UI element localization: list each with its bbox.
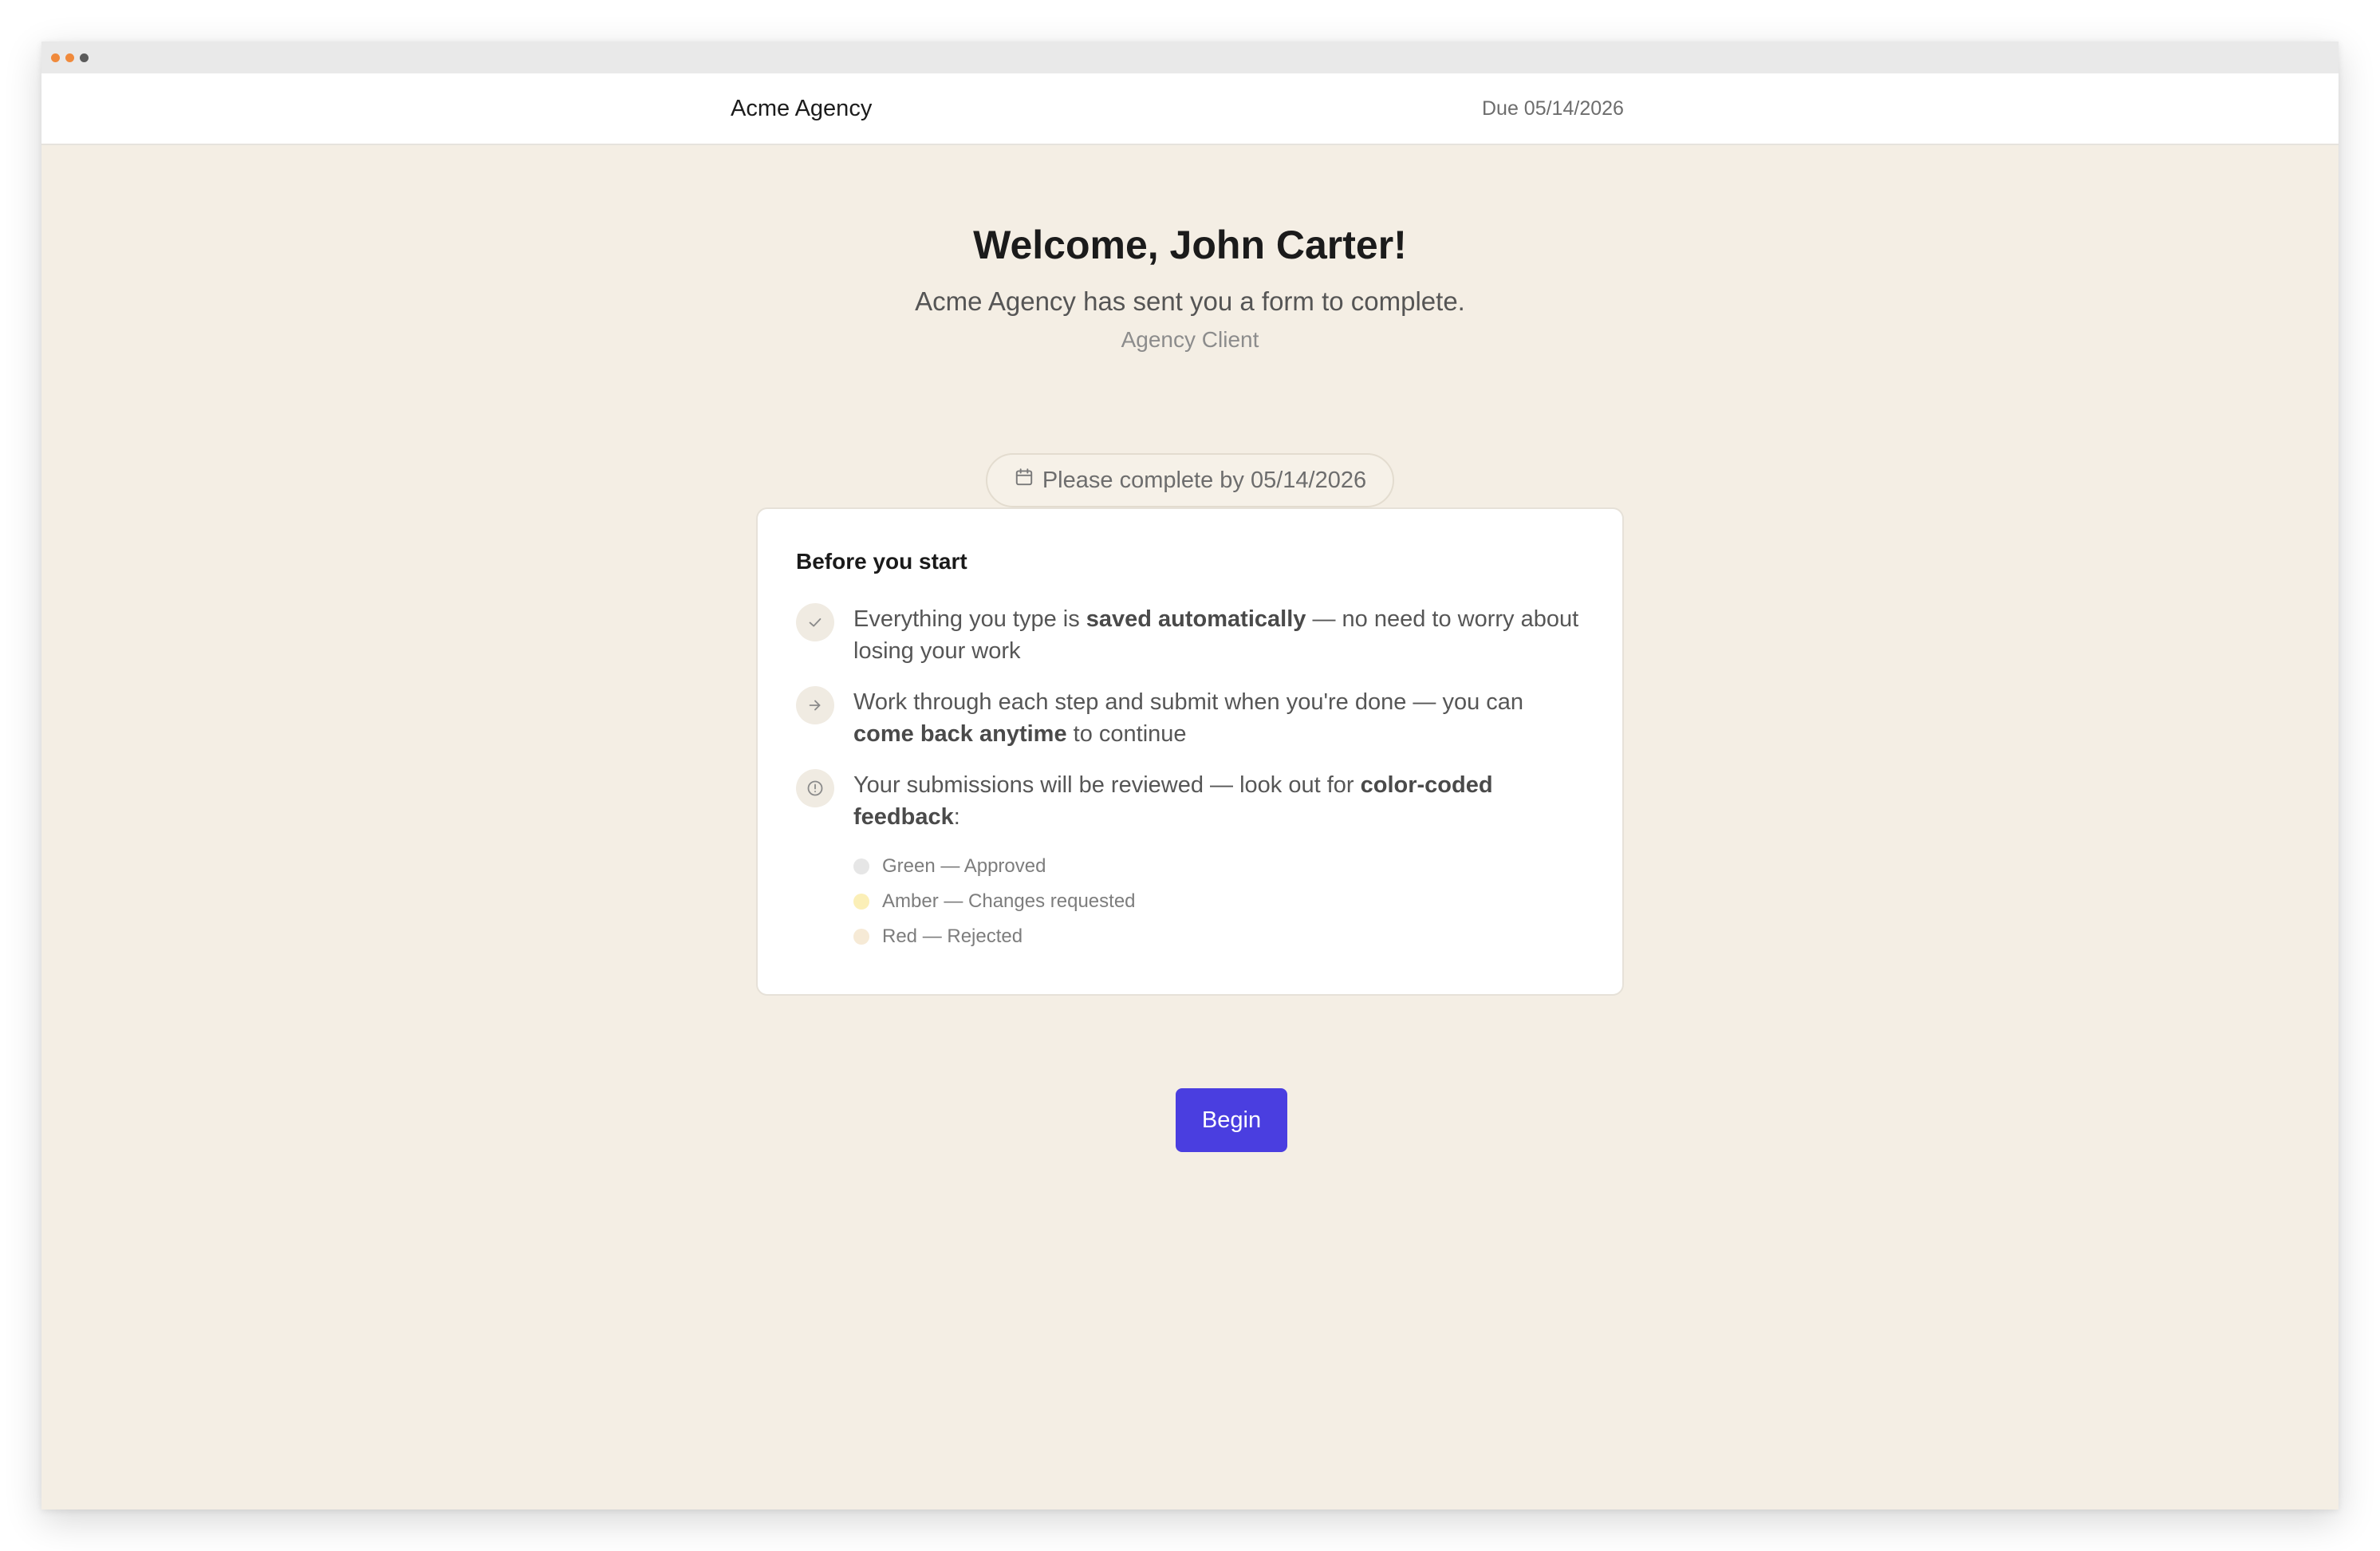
calendar-icon <box>1014 467 1034 494</box>
window-dot-minimize[interactable] <box>65 53 74 62</box>
app-header: Acme Agency Due 05/14/2026 <box>41 73 2339 145</box>
due-date: Due 05/14/2026 <box>1482 97 1624 120</box>
main-content: Welcome, John Carter! Acme Agency has se… <box>41 145 2339 1510</box>
legend-swatch <box>853 894 869 910</box>
info-item-text: Work through each step and submit when y… <box>853 689 1524 747</box>
legend-item-red: Red — Rejected <box>853 919 1136 954</box>
begin-button[interactable]: Begin <box>1176 1088 1287 1152</box>
info-item-text: Everything you type is saved automatical… <box>853 606 1579 664</box>
legend-swatch <box>853 858 869 874</box>
feedback-legend: Green — Approved Amber — Changes request… <box>853 849 1136 954</box>
arrow-right-icon <box>796 686 834 724</box>
window-dot-close[interactable] <box>51 53 60 62</box>
window-dot-maximize[interactable] <box>80 53 89 62</box>
welcome-subtitle: Acme Agency has sent you a form to compl… <box>915 286 1465 316</box>
due-pill-label: Please complete by 05/14/2026 <box>1042 467 1367 493</box>
card-title: Before you start <box>796 549 967 574</box>
legend-item-green: Green — Approved <box>853 849 1136 884</box>
legend-swatch <box>853 929 869 945</box>
legend-item-amber: Amber — Changes requested <box>853 884 1136 919</box>
agency-name: Acme Agency <box>731 95 873 121</box>
info-item-text: Your submissions will be reviewed — look… <box>853 772 1493 830</box>
info-icon <box>796 769 834 807</box>
browser-window: Acme Agency Due 05/14/2026 Welcome, John… <box>41 41 2339 1510</box>
due-date-pill: Please complete by 05/14/2026 <box>986 453 1394 507</box>
welcome-heading: Welcome, John Carter! <box>973 223 1407 267</box>
client-role: Agency Client <box>1121 327 1259 352</box>
check-icon <box>796 603 834 641</box>
window-titlebar <box>41 41 2339 73</box>
before-you-start-card: Before you start Everything you type is … <box>756 507 1624 996</box>
